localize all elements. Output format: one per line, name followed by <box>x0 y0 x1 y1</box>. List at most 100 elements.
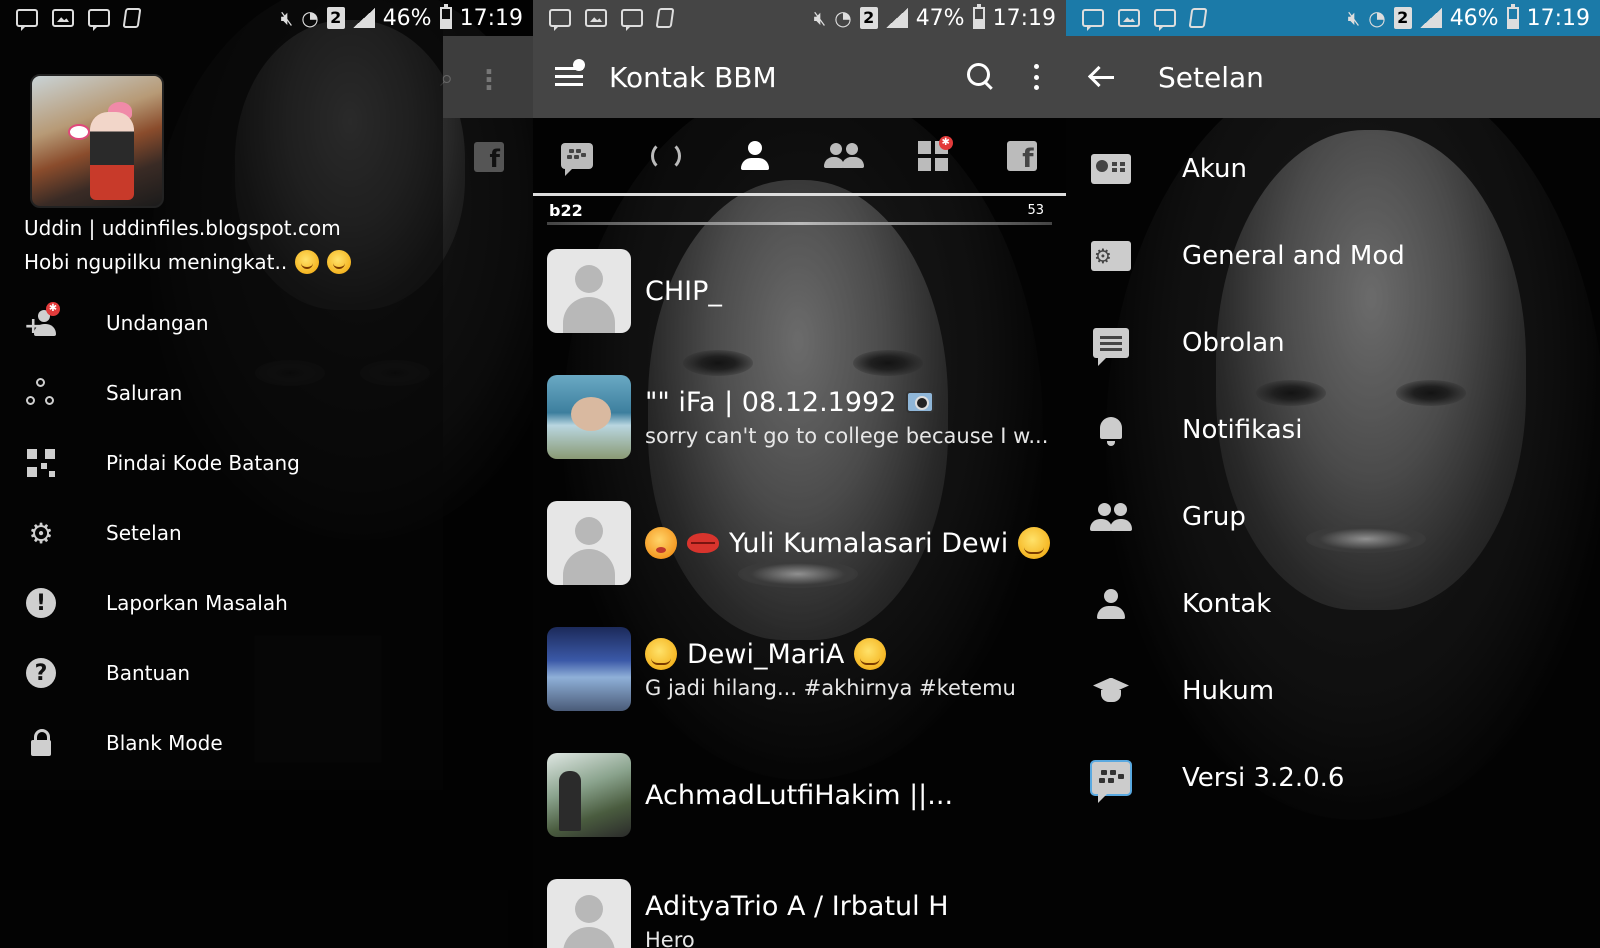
signal-icon <box>1419 8 1442 28</box>
sim-indicator: 2 <box>1393 7 1412 29</box>
back-arrow-icon[interactable] <box>1088 66 1114 88</box>
app-bar: Setelan <box>1066 36 1600 118</box>
settings-item-label: Kontak <box>1182 588 1272 619</box>
clock: 17:19 <box>459 5 523 31</box>
bell-icon <box>1090 409 1132 451</box>
battery-percent: 46% <box>382 5 432 31</box>
report-icon: ! <box>24 586 58 620</box>
tab-bar: ✱ f <box>533 118 1066 196</box>
page-title: Setelan <box>1158 60 1264 94</box>
tab-facebook[interactable]: f <box>977 118 1066 193</box>
edit-notification-icon <box>1188 8 1208 28</box>
navigation-drawer: Uddin | uddinfiles.blogspot.com Hobi ngu… <box>0 0 443 790</box>
contact-item[interactable]: AdityaTrio A / Irbatul H Hero <box>533 858 1066 948</box>
settings-item-label: Versi 3.2.0.6 <box>1182 762 1345 793</box>
signal-icon <box>885 8 908 28</box>
menu-item-bantuan[interactable]: ? Bantuan <box>0 638 443 708</box>
settings-item-label: Akun <box>1182 153 1247 184</box>
avatar <box>547 879 631 948</box>
contact-group-header[interactable]: b22 53 <box>533 196 1066 224</box>
status-bar: 🔇︎ ◔ 2 46% 17:19 <box>0 0 533 36</box>
contact-list: CHIP_ "" iFa | 08.12.1992 sorry can't go… <box>533 228 1066 948</box>
menu-item-saluran[interactable]: Saluran <box>0 358 443 428</box>
app-bar: 🔇︎ ◔ 2 47% 17:19 ✱ Kontak BBM <box>533 0 1066 118</box>
account-card-icon <box>1090 148 1132 190</box>
contact-icon <box>1090 583 1132 625</box>
search-icon[interactable] <box>966 62 996 92</box>
settings-list: Akun ⚙ General and Mod Obrolan Notifikas… <box>1066 125 1600 821</box>
contact-item[interactable]: AchmadLutfiHakim ||... <box>533 732 1066 858</box>
lips-emoji-icon <box>687 533 719 553</box>
settings-item-obrolan[interactable]: Obrolan <box>1066 299 1600 386</box>
bbm-notification-icon <box>88 9 110 31</box>
tab-updates[interactable] <box>622 118 711 193</box>
profile-avatar[interactable] <box>30 74 164 208</box>
bbm-notification-icon <box>1154 9 1176 31</box>
group-count: 53 <box>1027 202 1044 218</box>
settings-item-label: Obrolan <box>1182 327 1285 358</box>
overflow-menu-icon: ... <box>484 51 494 97</box>
battery-percent: 46% <box>1449 5 1499 31</box>
battery-percent: 47% <box>915 5 965 31</box>
mute-icon: 🔇︎ <box>280 6 294 30</box>
settings-item-label: Hukum <box>1182 675 1275 706</box>
smile-emoji-icon <box>295 250 320 274</box>
bbm-notification-icon <box>621 9 643 31</box>
menu-item-undangan[interactable]: + ✱ Undangan <box>0 288 443 358</box>
person-icon <box>741 141 770 170</box>
settings-item-kontak[interactable]: Kontak <box>1066 560 1600 647</box>
settings-item-hukum[interactable]: Hukum <box>1066 647 1600 734</box>
contact-name: AdityaTrio A / Irbatul H <box>645 890 949 922</box>
contact-item[interactable]: "" iFa | 08.12.1992 sorry can't go to co… <box>533 354 1066 480</box>
contact-status-message: Hero <box>645 927 695 948</box>
menu-item-label: Undangan <box>106 311 209 335</box>
menu-item-label: Blank Mode <box>106 731 223 755</box>
menu-item-pindai-kode-batang[interactable]: Pindai Kode Batang <box>0 428 443 498</box>
add-contact-icon: + ✱ <box>24 302 60 340</box>
wifi-icon: ◔ <box>301 6 319 30</box>
smile-emoji-icon <box>327 250 352 274</box>
signal-icon <box>352 8 375 28</box>
settings-item-general-and-mod[interactable]: ⚙ General and Mod <box>1066 212 1600 299</box>
drawer-header: Uddin | uddinfiles.blogspot.com Hobi ngu… <box>0 36 443 288</box>
tab-groups[interactable] <box>799 118 888 193</box>
tab-chats[interactable] <box>533 118 622 193</box>
menu-item-setelan[interactable]: ⚙ Setelan <box>0 498 443 568</box>
menu-item-blank-mode[interactable]: Blank Mode <box>0 708 443 778</box>
status-bar: 🔇︎ ◔ 2 46% 17:19 <box>1066 0 1600 36</box>
profile-name[interactable]: Uddin | uddinfiles.blogspot.com <box>24 216 341 240</box>
battery-icon <box>439 4 452 29</box>
settings-item-label: Notifikasi <box>1182 414 1303 445</box>
clock: 17:19 <box>1526 5 1590 31</box>
bbm-chat-icon <box>561 142 594 176</box>
contact-name: Yuli Kumalasari Dewi <box>729 527 1009 559</box>
avatar <box>547 753 631 837</box>
settings-item-akun[interactable]: Akun <box>1066 125 1600 212</box>
settings-item-label: Grup <box>1182 501 1246 532</box>
overflow-menu-icon[interactable] <box>1034 64 1040 90</box>
menu-hamburger-icon[interactable]: ✱ <box>555 59 585 87</box>
edit-notification-icon <box>122 8 142 28</box>
group-divider <box>547 222 1052 225</box>
menu-item-label: Laporkan Masalah <box>106 591 288 615</box>
contact-item[interactable]: Yuli Kumalasari Dewi <box>533 480 1066 606</box>
party-emoji-icon <box>854 638 887 670</box>
group-label: b22 <box>549 200 583 220</box>
settings-item-notifikasi[interactable]: Notifikasi <box>1066 386 1600 473</box>
settings-item-versi[interactable]: Versi 3.2.0.6 <box>1066 734 1600 821</box>
contact-item[interactable]: Dewi_MariA G jadi hilang... #akhirnya #k… <box>533 606 1066 732</box>
status-bar: 🔇︎ ◔ 2 47% 17:19 <box>533 0 1066 36</box>
settings-screen: 🔇︎ ◔ 2 46% 17:19 Setelan Akun ⚙ General … <box>1066 0 1600 948</box>
contact-name: "" iFa | 08.12.1992 <box>645 386 897 418</box>
kiss-emoji-icon <box>645 527 677 559</box>
contact-item[interactable]: CHIP_ <box>533 228 1066 354</box>
nav-drawer-screen: 🔇︎ ◔ 2 46% 17:19 ⌕ ... f Uddin | uddinfi… <box>0 0 533 948</box>
menu-item-laporkan-masalah[interactable]: ! Laporkan Masalah <box>0 568 443 638</box>
tab-contacts[interactable] <box>711 118 800 193</box>
tab-apps[interactable]: ✱ <box>888 118 977 193</box>
profile-status[interactable]: Hobi ngupilku meningkat.. <box>24 250 352 274</box>
clock: 17:19 <box>992 5 1056 31</box>
channels-icon <box>24 376 58 410</box>
settings-item-grup[interactable]: Grup <box>1066 473 1600 560</box>
contact-name: CHIP_ <box>645 275 722 307</box>
